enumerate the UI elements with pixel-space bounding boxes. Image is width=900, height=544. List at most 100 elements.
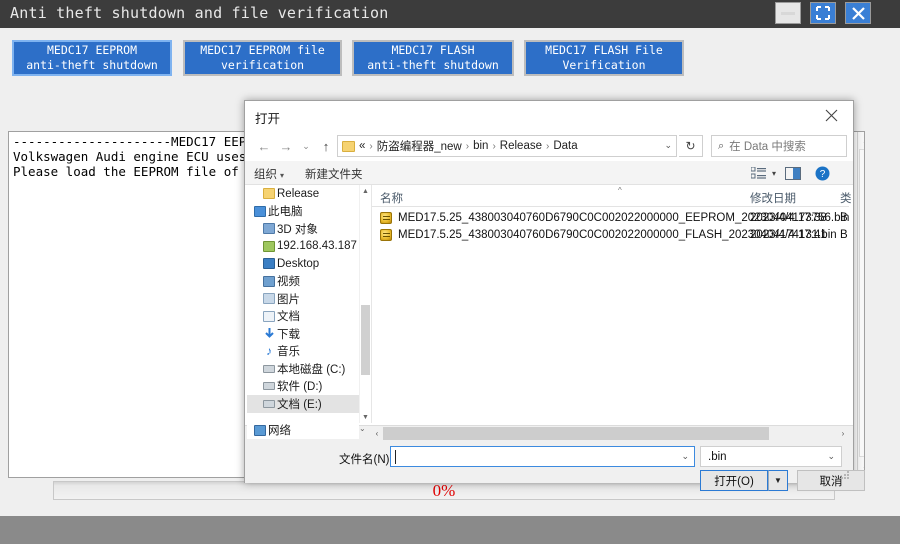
resize-grip[interactable] (840, 471, 850, 481)
log-text: ---------------------MEDC17 EEPROM Volks… (13, 134, 269, 179)
preview-pane-icon (785, 166, 801, 180)
scroll-up-icon[interactable]: ▲ (360, 185, 371, 197)
sidebar-item-label: 3D 对象 (277, 223, 318, 236)
sidebar-item-downloads[interactable]: 下载 (247, 325, 359, 343)
dialog-titlebar: 打开 (245, 101, 853, 131)
sidebar-item-disk-d[interactable]: 软件 (D:) (247, 378, 359, 396)
btn-medc17-flash-anti-theft-shutdown[interactable]: MEDC17 FLASH anti-theft shutdown (352, 40, 514, 76)
scroll-right-icon[interactable]: › (837, 429, 849, 438)
disk-icon (261, 399, 277, 408)
recent-locations-icon[interactable]: ⌄ (295, 135, 317, 157)
sidebar-item-label: 音乐 (277, 346, 300, 359)
breadcrumb-item-2[interactable]: Release (500, 140, 542, 152)
breadcrumb-prefix: « (359, 140, 366, 152)
sidebar-item-videos[interactable]: 视频 (247, 273, 359, 291)
sidebar-item-label: 软件 (D:) (277, 381, 323, 394)
file-list[interactable]: 名称 ^ 修改日期 类 MED17.5.25_438003040760D6790… (371, 185, 852, 423)
view-options-button[interactable]: ▾ (751, 164, 776, 182)
new-folder-button[interactable]: 新建文件夹 (305, 166, 363, 182)
dialog-command-bar: 组织 ▾ 新建文件夹 ▾ ? (245, 161, 853, 185)
scroll-left-icon[interactable]: ‹ (371, 429, 383, 438)
organize-button[interactable]: 组织 ▾ (254, 166, 284, 182)
sidebar-scroll-thumb[interactable] (361, 305, 370, 375)
scroll-down-icon[interactable]: ▼ (360, 411, 371, 423)
table-row[interactable]: MED17.5.25_438003040760D6790C0C002022000… (372, 209, 849, 226)
search-input[interactable]: ⌕ 在 Data 中搜索 (711, 135, 847, 157)
file-list-horizontal-scrollbar[interactable]: ‹ › (371, 426, 849, 441)
desktop-icon (261, 258, 277, 270)
sidebar-item-documents[interactable]: 文档 (247, 308, 359, 326)
maximize-button[interactable] (810, 2, 836, 24)
app-titlebar: Anti theft shutdown and file verificatio… (0, 0, 900, 28)
minimize-button[interactable] (775, 2, 801, 24)
chevron-down-icon[interactable]: ⌄ (664, 140, 672, 151)
function-button-row: MEDC17 EEPROM anti-theft shutdown MEDC17… (0, 40, 900, 80)
search-placeholder: 在 Data 中搜索 (729, 141, 806, 153)
close-button[interactable] (845, 2, 871, 24)
open-dropdown-button[interactable]: ▼ (768, 470, 788, 491)
close-icon (825, 109, 837, 122)
column-header-type[interactable]: 类 (840, 190, 852, 206)
breadcrumb[interactable]: « › 防盗编程器_new › bin › Release › Data ⌄ (337, 135, 677, 157)
file-list-header: 名称 ^ 修改日期 类 (372, 185, 852, 207)
file-type-filter-select[interactable]: .bin ⌄ (700, 446, 842, 467)
sidebar-item-this-pc[interactable]: 此电脑 (247, 203, 359, 221)
music-icon: ♪ (266, 344, 272, 359)
breadcrumb-item-0[interactable]: 防盗编程器_new (377, 138, 462, 154)
filename-input[interactable]: ⌄ (390, 446, 695, 467)
breadcrumb-item-1[interactable]: bin (473, 140, 488, 152)
log-vertical-scrollbar[interactable]: ▲ ▼ (857, 132, 864, 477)
refresh-icon[interactable]: ↻ (679, 135, 703, 157)
cancel-button[interactable]: 取消 (797, 470, 865, 491)
forward-icon[interactable]: → (275, 135, 297, 157)
sidebar-scrollbar[interactable]: ▲ ▼ (359, 185, 370, 423)
chevron-down-icon[interactable]: ⌄ (359, 424, 366, 433)
breadcrumb-separator: › (465, 140, 470, 152)
file-type: B (840, 211, 848, 224)
up-icon[interactable]: ↑ (315, 135, 337, 157)
filename-label: 文件名(N): (339, 454, 393, 466)
hscroll-thumb[interactable] (383, 427, 769, 440)
breadcrumb-item-3[interactable]: Data (553, 140, 577, 152)
sidebar-item-3d-objects[interactable]: 3D 对象 (247, 220, 359, 238)
places-sidebar[interactable]: Release 此电脑 3D 对象 192.168.43.187 Desktop… (247, 185, 359, 423)
open-button[interactable]: 打开(O) (700, 470, 768, 491)
sidebar-item-music[interactable]: ♪ 音乐 (247, 343, 359, 361)
sidebar-item-label: 图片 (277, 293, 300, 306)
3d-objects-icon (261, 223, 277, 235)
btn-medc17-flash-file-verification[interactable]: MEDC17 FLASH File Verification (524, 40, 684, 76)
view-options-icon (751, 166, 766, 179)
sidebar-item-desktop[interactable]: Desktop (247, 255, 359, 273)
close-icon (851, 6, 865, 20)
btn-medc17-eeprom-file-verification[interactable]: MEDC17 EEPROM file verification (183, 40, 342, 76)
chevron-down-icon: ▾ (280, 171, 285, 180)
dialog-close-button[interactable] (809, 101, 853, 130)
log-scroll-thumb[interactable] (859, 149, 864, 457)
back-icon[interactable]: ← (253, 135, 275, 157)
videos-icon (261, 275, 277, 287)
help-button[interactable]: ? (815, 164, 830, 182)
pc-icon (252, 205, 268, 217)
disk-icon (261, 382, 277, 391)
column-header-date[interactable]: 修改日期 (750, 190, 796, 206)
scroll-up-icon[interactable]: ▲ (858, 132, 864, 148)
file-date: 2023/4/4 17:41 (750, 228, 827, 241)
chevron-down-icon[interactable]: ⌄ (681, 451, 689, 462)
sidebar-item-local-disk-c[interactable]: 本地磁盘 (C:) (247, 360, 359, 378)
file-type: B (840, 228, 848, 241)
sidebar-item-network-host[interactable]: 192.168.43.187 (247, 238, 359, 256)
documents-icon (261, 310, 277, 322)
sidebar-item-label: 本地磁盘 (C:) (277, 363, 346, 376)
btn-medc17-eeprom-anti-theft-shutdown[interactable]: MEDC17 EEPROM anti-theft shutdown (12, 40, 172, 76)
sidebar-item-network[interactable]: 网络 (247, 421, 359, 439)
network-icon (252, 424, 268, 436)
preview-pane-button[interactable] (785, 164, 801, 182)
open-file-dialog: 打开 ← → ⌄ ↑ « › 防盗编程器_new › bin › Release (244, 100, 865, 491)
sidebar-item-disk-e[interactable]: 文档 (E:) (247, 395, 359, 413)
column-header-name[interactable]: 名称 (380, 190, 403, 206)
sidebar-item-pictures[interactable]: 图片 (247, 290, 359, 308)
bin-file-icon (380, 228, 392, 241)
sidebar-item-release[interactable]: Release (247, 185, 359, 203)
sidebar-item-label: 192.168.43.187 (277, 240, 357, 253)
table-row[interactable]: MED17.5.25_438003040760D6790C0C002022000… (372, 226, 849, 243)
